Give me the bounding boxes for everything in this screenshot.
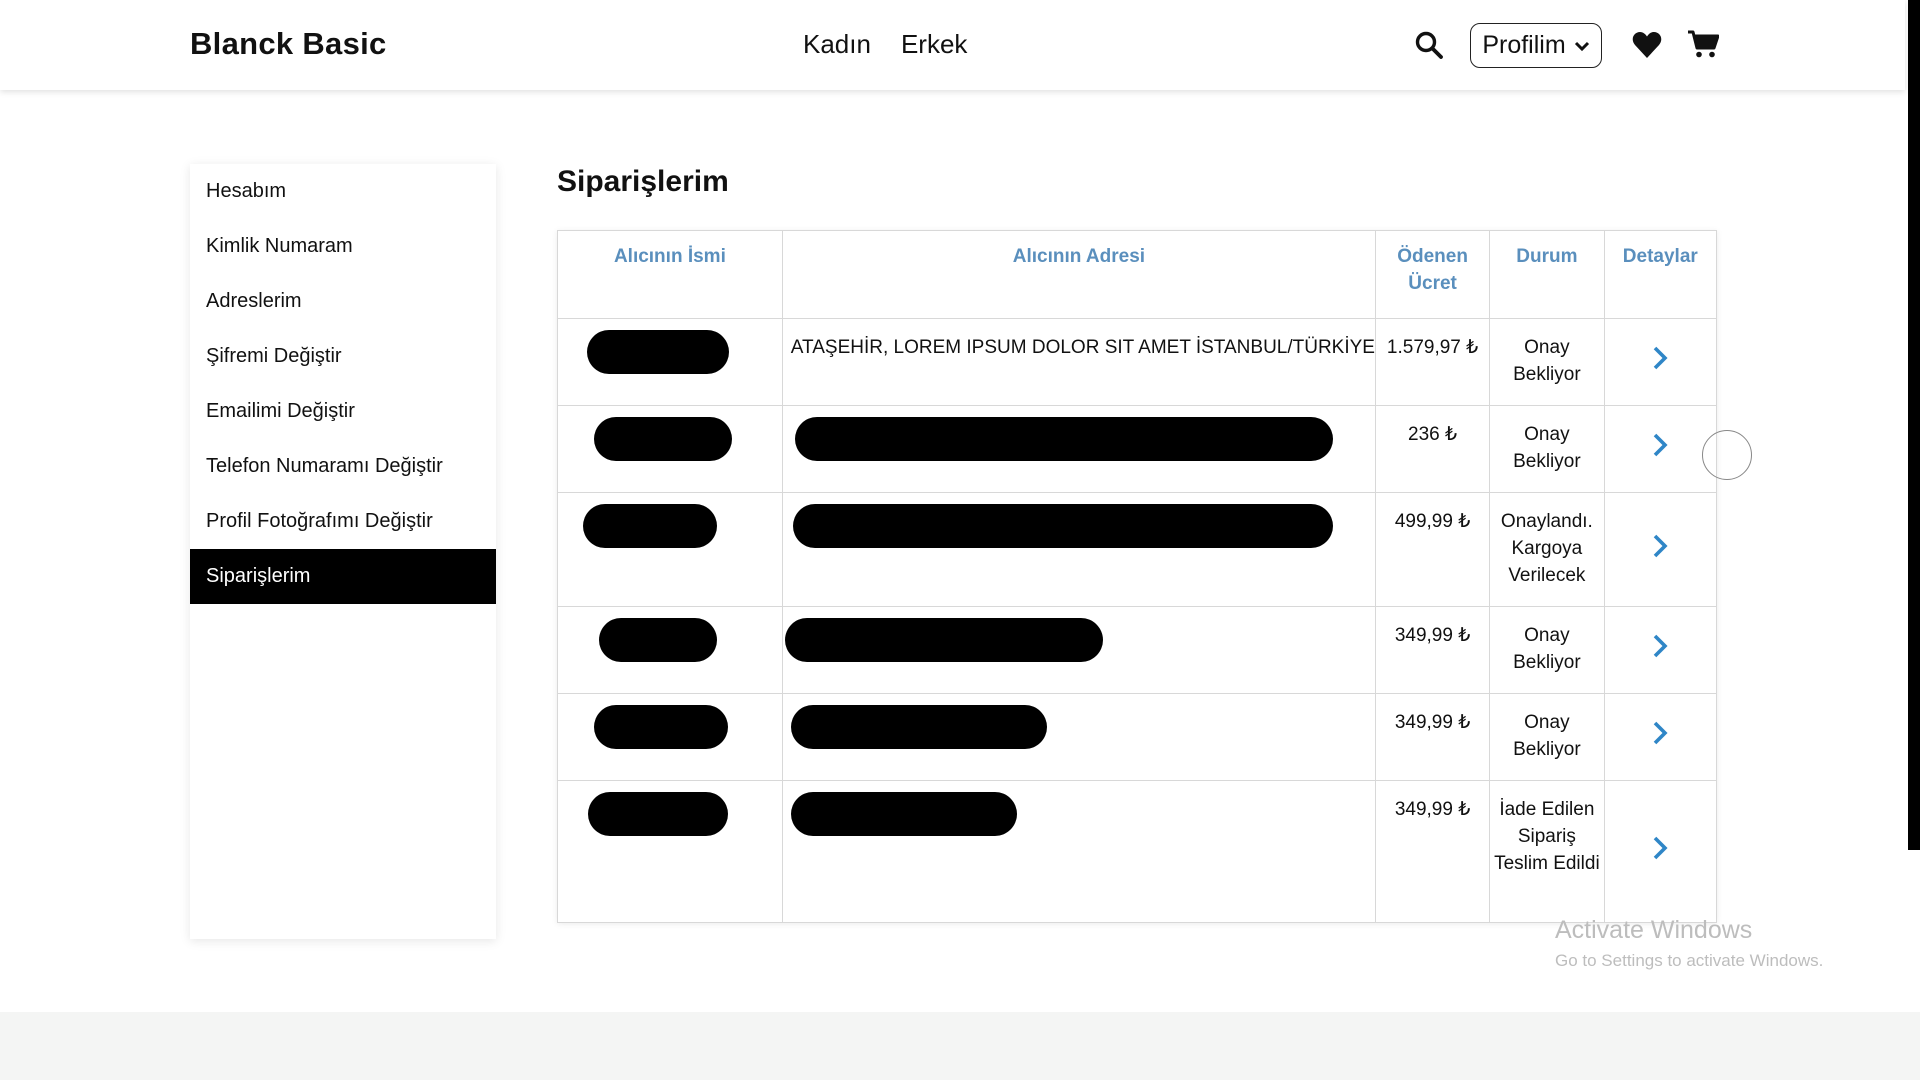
paid-amount-cell: 349,99 ₺ xyxy=(1374,606,1491,694)
redaction-mark xyxy=(582,504,717,548)
status-cell: Onaylandı. Kargoya Verilecek xyxy=(1489,492,1605,607)
chevron-right-icon[interactable] xyxy=(1649,720,1671,746)
mouse-cursor-ring xyxy=(1702,430,1752,480)
paid-amount-cell: 349,99 ₺ xyxy=(1374,693,1491,781)
column-header-details: Detaylar xyxy=(1603,230,1718,319)
activation-title: Activate Windows xyxy=(1555,916,1753,944)
chevron-right-icon[interactable] xyxy=(1649,345,1671,371)
recipient-name-cell xyxy=(557,606,783,694)
redaction-mark xyxy=(598,618,717,662)
nav-link-erkek[interactable]: Erkek xyxy=(901,29,967,60)
chevron-right-icon[interactable] xyxy=(1649,835,1671,861)
profile-dropdown-button[interactable]: Profilim xyxy=(1470,23,1602,68)
recipient-address-cell xyxy=(781,780,1376,923)
sidebar-item-kimlik-numaram[interactable]: Kimlik Numaram xyxy=(190,219,496,274)
redaction-mark xyxy=(784,618,1103,662)
table-row: 236 ₺ Onay Bekliyor xyxy=(557,405,1718,493)
recipient-address-cell xyxy=(781,405,1376,493)
status-cell: Onay Bekliyor xyxy=(1489,405,1605,493)
status-cell: İade Edilen Sipariş Teslim Edildi xyxy=(1489,780,1605,923)
recipient-address-cell xyxy=(781,606,1376,694)
status-cell: Onay Bekliyor xyxy=(1489,318,1605,406)
recipient-name-cell xyxy=(557,492,783,607)
site-header: Blanck Basic Kadın Erkek Profilim xyxy=(0,0,1905,90)
page-footer xyxy=(0,1012,1920,1080)
redaction-mark xyxy=(586,330,729,374)
windows-activation-notice: Activate Windows Go to Settings to activ… xyxy=(1555,916,1823,971)
paid-amount-cell: 1.579,97 ₺ xyxy=(1374,318,1491,406)
details-cell xyxy=(1603,606,1718,694)
recipient-address-cell: ATAŞEHİR, LOREM IPSUM DOLOR SIT AMET İST… xyxy=(781,318,1376,406)
sidebar-item-emailimi-degistir[interactable]: Emailimi Değiştir xyxy=(190,384,496,439)
recipient-address-cell xyxy=(781,492,1376,607)
account-sidebar: Hesabım Kimlik Numaram Adreslerim Şifrem… xyxy=(190,164,496,939)
recipient-address-cell xyxy=(781,693,1376,781)
column-header-status: Durum xyxy=(1489,230,1605,319)
recipient-name-cell xyxy=(557,693,783,781)
details-cell xyxy=(1603,693,1718,781)
table-row: 349,99 ₺ İade Edilen Sipariş Teslim Edil… xyxy=(557,780,1718,923)
chevron-down-icon xyxy=(1574,41,1589,51)
redaction-mark xyxy=(790,705,1047,749)
redaction-mark xyxy=(593,417,732,461)
column-header-paid-amount: Ödenen Ücret xyxy=(1374,230,1491,319)
paid-amount-cell: 349,99 ₺ xyxy=(1374,780,1491,923)
page-title: Siparişlerim xyxy=(557,165,729,198)
brand-logo[interactable]: Blanck Basic xyxy=(190,26,387,62)
recipient-name-cell xyxy=(557,780,783,923)
status-cell: Onay Bekliyor xyxy=(1489,606,1605,694)
details-cell xyxy=(1603,780,1718,923)
heart-icon[interactable] xyxy=(1632,31,1662,59)
redaction-mark xyxy=(792,504,1333,548)
details-cell xyxy=(1603,318,1718,406)
page-scrollbar[interactable] xyxy=(1908,0,1920,850)
orders-table: Alıcının İsmi Alıcının Adresi Ödenen Ücr… xyxy=(557,230,1718,923)
sidebar-item-profil-fotografi[interactable]: Profil Fotoğrafımı Değiştir xyxy=(190,494,496,549)
recipient-name-cell xyxy=(557,405,783,493)
status-cell: Onay Bekliyor xyxy=(1489,693,1605,781)
redaction-mark xyxy=(790,792,1017,836)
redaction-mark xyxy=(794,417,1333,461)
redaction-mark xyxy=(587,792,728,836)
chevron-right-icon[interactable] xyxy=(1649,633,1671,659)
profile-label: Profilim xyxy=(1482,31,1566,59)
search-icon[interactable] xyxy=(1414,30,1444,60)
table-row: 499,99 ₺ Onaylandı. Kargoya Verilecek xyxy=(557,492,1718,607)
recipient-name-cell xyxy=(557,318,783,406)
column-header-recipient-name: Alıcının İsmi xyxy=(557,230,783,319)
column-header-recipient-address: Alıcının Adresi xyxy=(781,230,1376,319)
sidebar-item-telefon-degistir[interactable]: Telefon Numaramı Değiştir xyxy=(190,439,496,494)
sidebar-item-adreslerim[interactable]: Adreslerim xyxy=(190,274,496,329)
table-row: 349,99 ₺ Onay Bekliyor xyxy=(557,606,1718,694)
table-header-row: Alıcının İsmi Alıcının Adresi Ödenen Ücr… xyxy=(557,230,1718,319)
cart-icon[interactable] xyxy=(1687,29,1719,59)
details-cell xyxy=(1603,492,1718,607)
sidebar-item-sifremi-degistir[interactable]: Şifremi Değiştir xyxy=(190,329,496,384)
activation-subtitle: Go to Settings to activate Windows. xyxy=(1555,951,1824,970)
chevron-right-icon[interactable] xyxy=(1649,432,1671,458)
main-nav: Kadın Erkek xyxy=(803,29,967,60)
sidebar-item-hesabim[interactable]: Hesabım xyxy=(190,164,496,219)
sidebar-item-siparislerim[interactable]: Siparişlerim xyxy=(190,549,496,604)
table-row: ATAŞEHİR, LOREM IPSUM DOLOR SIT AMET İST… xyxy=(557,318,1718,406)
details-cell xyxy=(1603,405,1718,493)
nav-link-kadin[interactable]: Kadın xyxy=(803,29,871,60)
paid-amount-cell: 236 ₺ xyxy=(1374,405,1491,493)
table-row: 349,99 ₺ Onay Bekliyor xyxy=(557,693,1718,781)
redaction-mark xyxy=(593,705,728,749)
paid-amount-cell: 499,99 ₺ xyxy=(1374,492,1491,607)
chevron-right-icon[interactable] xyxy=(1649,533,1671,559)
